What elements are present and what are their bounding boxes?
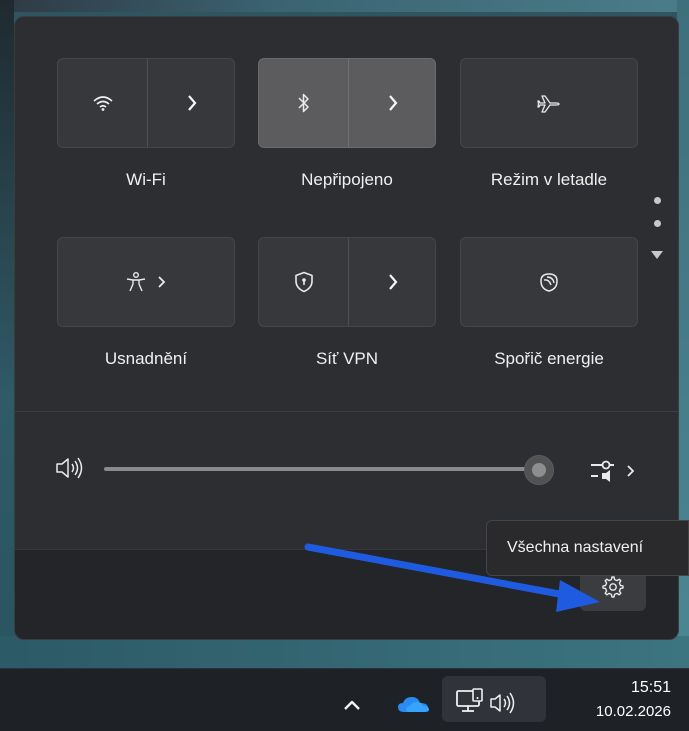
energy-saver-tile[interactable]	[460, 237, 638, 327]
onedrive-cloud-icon[interactable]	[396, 694, 432, 716]
network-icon	[456, 688, 483, 712]
audio-mixer-icon	[591, 460, 614, 482]
chevron-right-icon	[158, 276, 166, 288]
bluetooth-toggle-button[interactable]	[259, 59, 348, 147]
chevron-right-icon	[188, 95, 197, 111]
wifi-icon	[92, 96, 113, 111]
all-settings-tooltip: Všechna nastavení	[486, 520, 689, 576]
airplane-icon	[537, 95, 560, 113]
energy-saver-tile-label: Spořič energie	[494, 349, 604, 368]
bluetooth-tile[interactable]	[258, 58, 436, 148]
bluetooth-expand-button[interactable]	[348, 59, 437, 147]
vpn-shield-icon	[294, 271, 313, 293]
desktop-background-bottom	[0, 636, 689, 668]
airplane-mode-tile-label: Režim v letadle	[490, 170, 608, 189]
speaker-icon	[490, 692, 515, 714]
wifi-toggle-button[interactable]	[58, 59, 147, 147]
gear-icon	[602, 576, 624, 598]
airplane-mode-tile[interactable]	[460, 58, 638, 148]
pager-dot-page-1[interactable]	[654, 197, 661, 204]
panel-divider	[15, 411, 678, 412]
audio-output-button[interactable]	[588, 456, 644, 486]
desktop-background-top	[0, 0, 689, 12]
leaf-icon	[540, 273, 558, 292]
vpn-tile[interactable]	[258, 237, 436, 327]
chevron-right-icon	[627, 465, 635, 477]
bluetooth-icon	[297, 93, 309, 113]
chevron-right-icon	[389, 274, 398, 290]
wifi-expand-button[interactable]	[147, 59, 236, 147]
accessibility-icon	[126, 272, 146, 292]
taskbar-clock-date[interactable]: 10.02.2026	[596, 703, 671, 720]
volume-slider-thumb[interactable]	[524, 455, 554, 485]
vpn-toggle-button[interactable]	[259, 238, 348, 326]
chevron-up-icon[interactable]	[341, 697, 363, 713]
volume-slider-track[interactable]	[104, 467, 544, 471]
taskbar-clock-time[interactable]: 15:51	[631, 679, 671, 697]
bluetooth-tile-label: Nepřipojeno	[301, 170, 393, 189]
vpn-tile-label: Síť VPN	[315, 349, 379, 368]
pager-down-icon[interactable]	[651, 251, 663, 259]
pager-dot-page-2[interactable]	[654, 220, 661, 227]
vpn-expand-button[interactable]	[348, 238, 437, 326]
accessibility-tile-label: Usnadnění	[104, 349, 188, 368]
wifi-tile[interactable]	[57, 58, 235, 148]
desktop-background-left	[0, 0, 14, 660]
speaker-icon[interactable]	[54, 454, 88, 482]
accessibility-tile[interactable]	[57, 237, 235, 327]
wifi-tile-label: Wi-Fi	[126, 170, 166, 189]
chevron-right-icon	[389, 95, 398, 111]
